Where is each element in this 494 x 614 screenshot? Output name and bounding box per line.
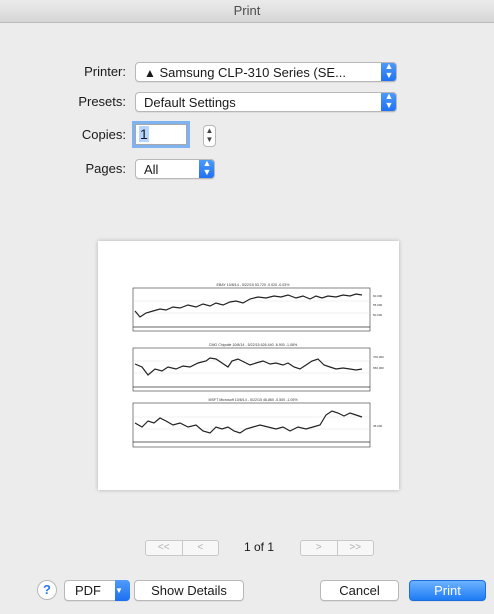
printer-value: Samsung CLP-310 Series (SE... (159, 65, 346, 80)
chart-header: MSFT Microsoft 10/8/14 - 5/22/15 46.860 … (208, 398, 298, 402)
svg-text:50.000: 50.000 (373, 313, 383, 317)
pages-popup[interactable]: All ▲ ▼ (135, 159, 215, 179)
window-title: Print (233, 3, 261, 18)
popup-arrows-icon: ▲ ▼ (381, 63, 396, 81)
stepper-up-icon[interactable]: ▲ (204, 126, 215, 135)
next-page-button[interactable]: > (301, 541, 337, 555)
help-button[interactable]: ? (37, 580, 57, 600)
chart-header: EBAY 10/8/14 - 5/22/15 53.720 -0.020 -0.… (217, 283, 291, 287)
presets-label: Presets: (78, 94, 126, 109)
pages-label: Pages: (85, 161, 126, 176)
page-nav-back: << < (145, 540, 219, 556)
previous-page-button[interactable]: < (181, 541, 219, 555)
pdf-label: PDF (75, 583, 101, 598)
chevron-down-icon: ▼ (115, 580, 130, 601)
svg-text:60.000: 60.000 (373, 294, 383, 298)
cancel-button[interactable]: Cancel (320, 580, 399, 601)
show-details-button[interactable]: Show Details (134, 580, 244, 601)
printer-label: Printer: (84, 64, 126, 79)
stepper-down-icon[interactable]: ▼ (204, 135, 215, 144)
preview-chart-microsoft: MSFT Microsoft 10/8/14 - 5/22/15 46.860 … (132, 398, 383, 448)
page-count: 1 of 1 (244, 540, 275, 554)
pdf-button[interactable]: PDF ▼ (64, 580, 130, 601)
popup-arrows-icon: ▲ ▼ (199, 160, 214, 178)
svg-text:55.000: 55.000 (373, 303, 383, 307)
popup-arrows-icon: ▲ ▼ (381, 93, 396, 111)
warning-triangle-icon: ▲ (144, 66, 156, 80)
svg-text:700.000: 700.000 (373, 355, 384, 359)
copies-value: 1 (139, 126, 149, 142)
preview-chart-chipotle: CMG Chipotle 10/8/14 - 5/22/15 626.440 -… (132, 343, 384, 392)
presets-value: Default Settings (144, 95, 236, 110)
copies-field[interactable]: 1 (135, 124, 187, 145)
svg-text:45.000: 45.000 (373, 424, 383, 428)
printer-popup[interactable]: ▲ Samsung CLP-310 Series (SE... ▲ ▼ (135, 62, 397, 82)
preview-page: EBAY 10/8/14 - 5/22/15 53.720 -0.020 -0.… (132, 283, 384, 448)
print-preview: EBAY 10/8/14 - 5/22/15 53.720 -0.020 -0.… (98, 241, 399, 490)
copies-stepper[interactable]: ▲ ▼ (203, 125, 216, 147)
first-page-button[interactable]: << (146, 541, 182, 555)
window-titlebar: Print (0, 0, 494, 23)
last-page-button[interactable]: >> (336, 541, 374, 555)
copies-label: Copies: (81, 127, 126, 142)
print-button[interactable]: Print (409, 580, 486, 601)
pages-value: All (144, 162, 159, 177)
page-nav-forward: > >> (300, 540, 374, 556)
presets-popup[interactable]: Default Settings ▲ ▼ (135, 92, 397, 112)
preview-chart-ebay: EBAY 10/8/14 - 5/22/15 53.720 -0.020 -0.… (132, 283, 383, 332)
chart-header: CMG Chipotle 10/8/14 - 5/22/15 626.440 -… (209, 343, 298, 347)
svg-text:650.000: 650.000 (373, 366, 384, 370)
